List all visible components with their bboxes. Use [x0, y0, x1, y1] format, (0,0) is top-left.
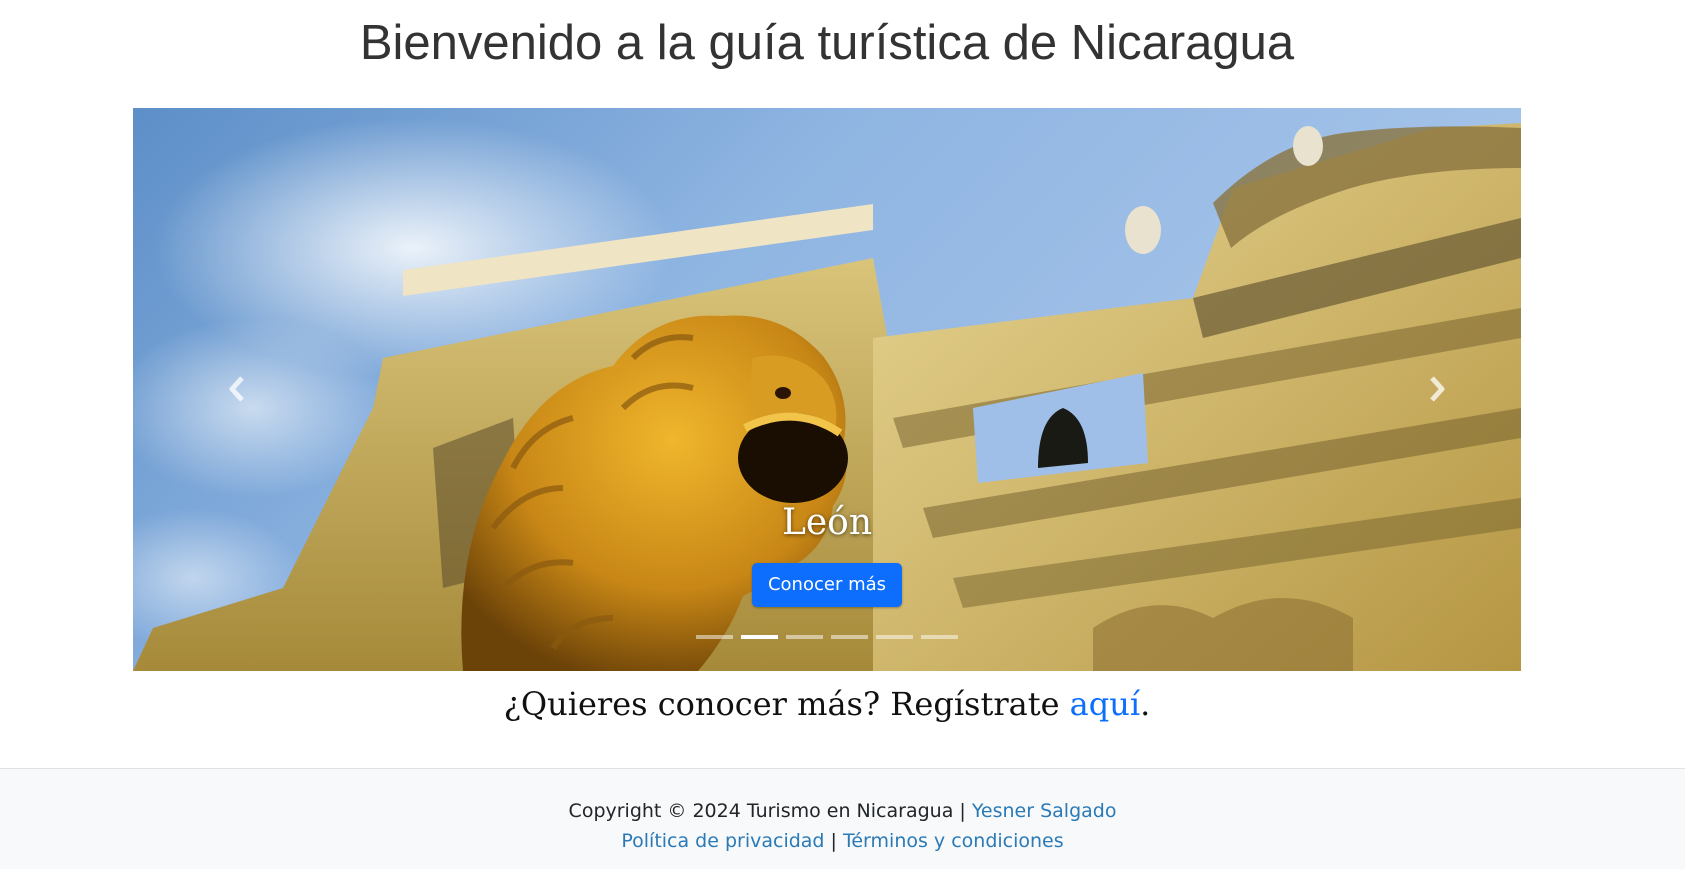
register-prompt: ¿Quieres conocer más? Regístrate aquí. [0, 681, 1654, 727]
register-link[interactable]: aquí [1070, 685, 1140, 723]
copyright-text: Copyright © 2024 Turismo en Nicaragua [568, 800, 954, 822]
carousel-indicator[interactable] [786, 635, 823, 639]
carousel-indicator[interactable] [696, 635, 733, 639]
carousel-indicators [133, 635, 1521, 639]
register-prompt-text: ¿Quieres conocer más? Regístrate [503, 685, 1070, 723]
learn-more-button[interactable]: Conocer más [751, 563, 903, 607]
carousel-next-button[interactable] [1397, 349, 1477, 429]
carousel-indicator[interactable] [876, 635, 913, 639]
carousel-indicator[interactable] [921, 635, 958, 639]
carousel-indicator[interactable] [831, 635, 868, 639]
chevron-left-icon [229, 376, 244, 402]
slide-title: León [781, 502, 873, 543]
footer: Copyright © 2024 Turismo en Nicaragua | … [0, 768, 1685, 869]
chevron-right-icon [1430, 376, 1445, 402]
footer-links-row: Política de privacidad | Términos y cond… [0, 826, 1685, 856]
carousel-caption: León Conocer más [133, 501, 1521, 607]
footer-copyright-row: Copyright © 2024 Turismo en Nicaragua | … [0, 796, 1685, 826]
terms-link[interactable]: Términos y condiciones [843, 830, 1064, 852]
register-prompt-period: . [1140, 685, 1151, 723]
footer-separator: | [953, 800, 972, 822]
privacy-policy-link[interactable]: Política de privacidad [621, 830, 824, 852]
author-link[interactable]: Yesner Salgado [972, 800, 1117, 822]
footer-separator: | [824, 830, 843, 852]
carousel-prev-button[interactable] [197, 349, 277, 429]
carousel-indicator-active[interactable] [741, 635, 778, 639]
hero-carousel[interactable]: León Conocer más [133, 108, 1521, 671]
page-title: Bienvenido a la guía turística de Nicara… [359, 16, 1295, 70]
